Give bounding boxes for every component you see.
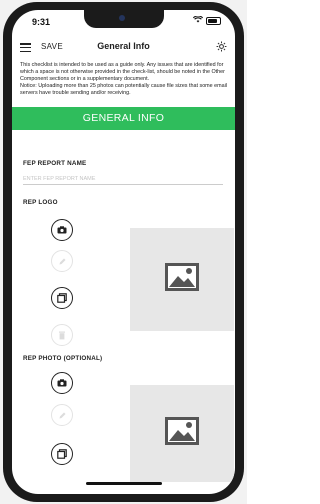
fep-report-name-label: FEP REPORT NAME: [23, 160, 87, 167]
save-button[interactable]: SAVE: [41, 42, 63, 51]
gear-icon[interactable]: [216, 41, 227, 55]
rep-photo-label: REP PHOTO (OPTIONAL): [23, 355, 103, 362]
image-icon: [165, 263, 199, 296]
trash-icon: [58, 331, 66, 340]
gallery-icon: [57, 449, 67, 459]
logo-edit-button[interactable]: [51, 250, 73, 272]
fep-report-name-input[interactable]: [23, 174, 223, 185]
notice-warning: Notice: Uploading more than 25 photos ca…: [20, 83, 228, 97]
logo-gallery-button[interactable]: [51, 287, 73, 309]
navbar: SAVE General Info: [12, 38, 235, 58]
checklist-notice: This checklist is intended to be used as…: [20, 62, 230, 97]
photo-edit-button[interactable]: [51, 404, 73, 426]
photo-camera-button[interactable]: [51, 372, 73, 394]
wifi-icon: [192, 15, 204, 25]
logo-camera-button[interactable]: [51, 219, 73, 241]
rep-photo-image-placeholder[interactable]: [130, 385, 234, 482]
menu-icon[interactable]: [20, 43, 31, 52]
front-camera: [119, 15, 125, 21]
pencil-icon: [58, 411, 67, 420]
pencil-icon: [58, 257, 67, 266]
camera-icon: [57, 379, 67, 387]
rep-logo-label: REP LOGO: [23, 199, 58, 206]
home-indicator[interactable]: [86, 482, 162, 485]
section-header-general-info: GENERAL INFO: [12, 107, 235, 130]
notice-paragraph: This checklist is intended to be used as…: [20, 62, 225, 83]
photo-gallery-button[interactable]: [51, 443, 73, 465]
battery-icon: [206, 16, 221, 25]
device-frame: 9:31 SAVE General Info This checklist is…: [0, 0, 247, 504]
status-time: 9:31: [32, 17, 51, 27]
logo-delete-button[interactable]: [51, 324, 73, 346]
camera-icon: [57, 226, 67, 234]
rep-logo-image-placeholder[interactable]: [130, 228, 234, 331]
app-screen: 9:31 SAVE General Info This checklist is…: [12, 10, 235, 494]
status-icons: [192, 15, 221, 25]
image-icon: [165, 417, 199, 450]
gallery-icon: [57, 293, 67, 303]
